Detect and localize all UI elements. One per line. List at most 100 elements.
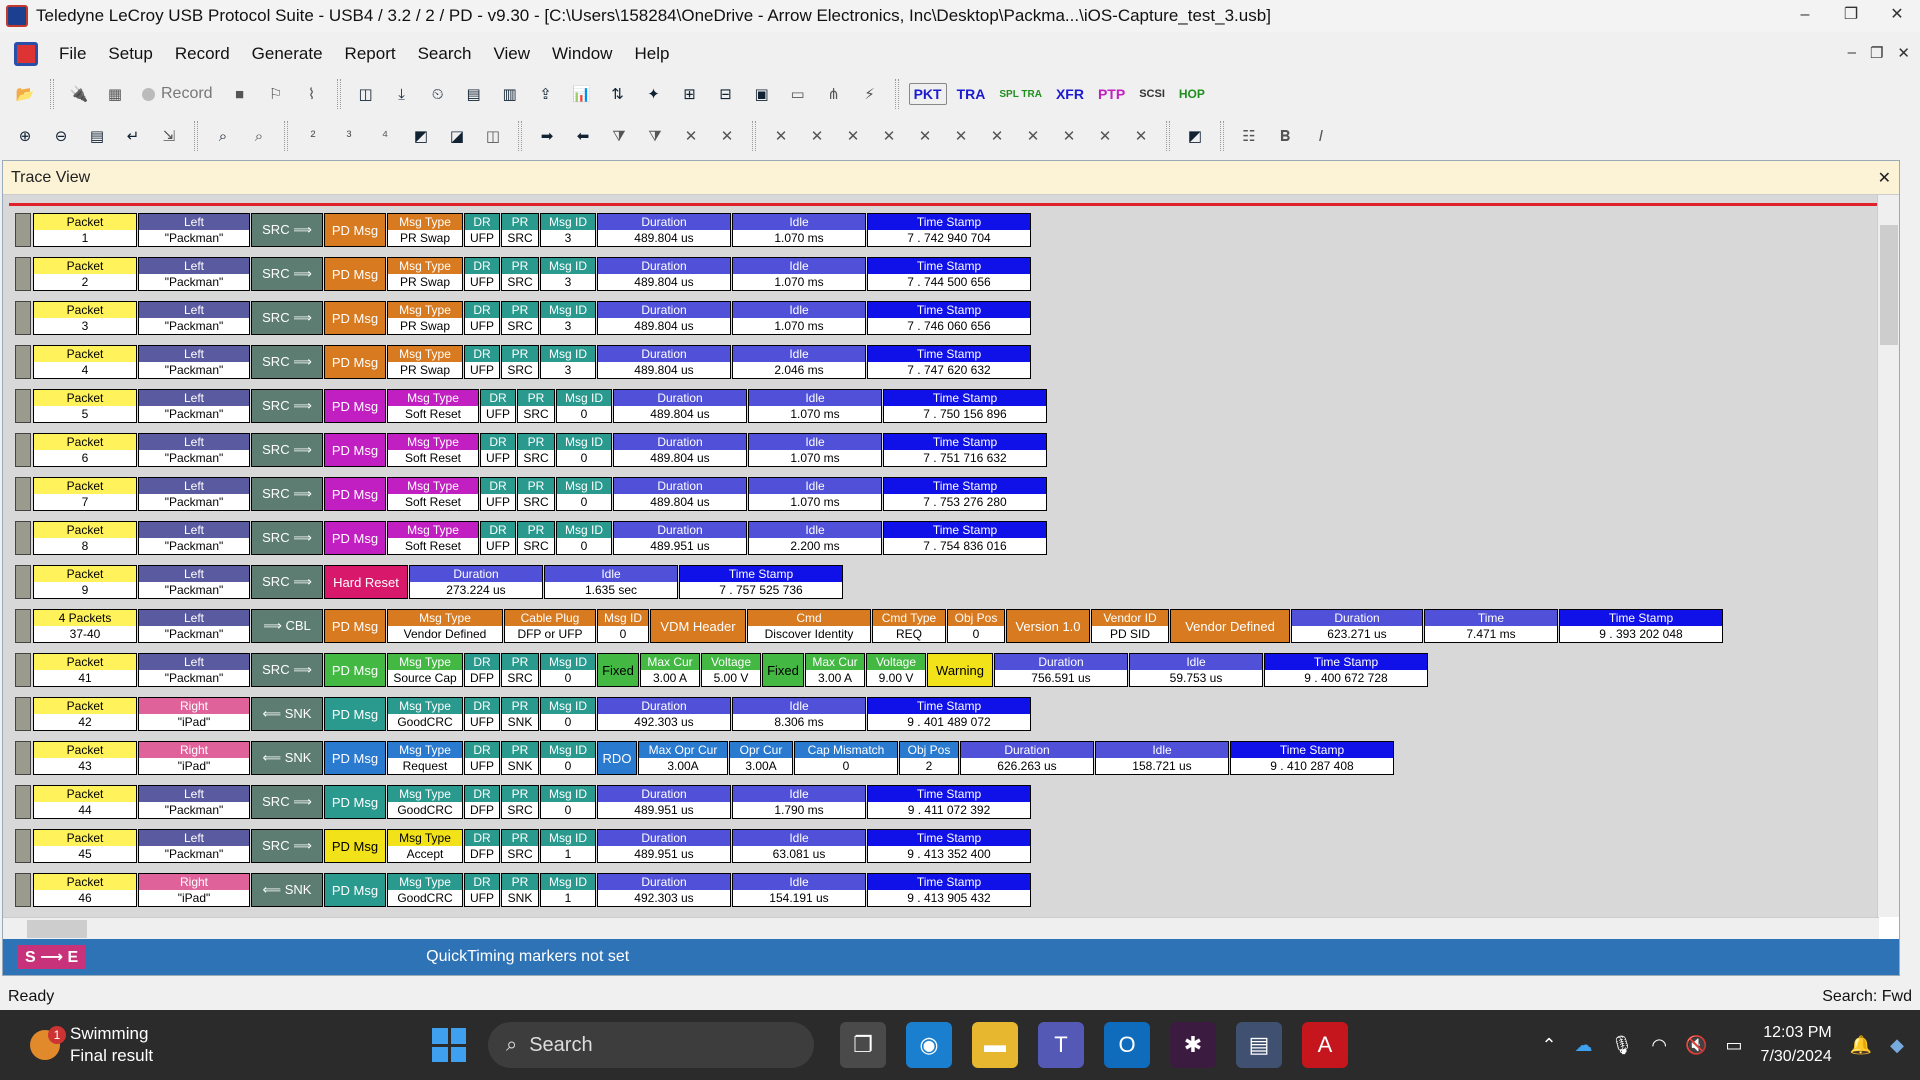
menu-report[interactable]: Report <box>334 44 407 64</box>
usb-plug-icon[interactable]: 🔌 <box>64 79 94 109</box>
max-opr-cur-cell[interactable]: Max Opr Cur 3.00A <box>638 741 728 775</box>
idle-cell[interactable]: Idle 1.790 ms <box>732 785 866 819</box>
source-indicator[interactable]: SRC ⟹ <box>251 389 323 423</box>
msg-type-cell[interactable]: Msg Type PR Swap <box>387 301 463 335</box>
source-indicator[interactable]: SRC ⟹ <box>251 521 323 555</box>
pd-msg-cell[interactable]: PD Msg <box>324 785 386 819</box>
analyzer-icon[interactable]: ▦ <box>100 79 130 109</box>
sink-indicator[interactable]: ⟸ SNK <box>251 873 323 907</box>
msg-type-cell[interactable]: Msg Type Soft Reset <box>387 477 479 511</box>
pr-cell[interactable]: PR SRC <box>501 213 539 247</box>
duration-cell[interactable]: Duration 756.591 us <box>994 653 1128 687</box>
menu-generate[interactable]: Generate <box>241 44 334 64</box>
packet-row[interactable]: Packet 5 Left "Packman" SRC ⟹ PD Msg Msg Type S… <box>15 389 1048 423</box>
msg-id-cell[interactable]: Msg ID 1 <box>540 829 596 863</box>
packet-row[interactable]: Packet 4 Left "Packman" SRC ⟹ PD Msg Msg Type P… <box>15 345 1032 379</box>
direction-cell[interactable]: Right "iPad" <box>138 697 250 731</box>
hide-cs-icon[interactable]: ✕ <box>802 121 832 151</box>
vertical-scrollbar[interactable] <box>1877 195 1899 917</box>
duration-cell[interactable]: Duration 489.951 us <box>597 785 731 819</box>
msg-id-cell[interactable]: Msg ID 0 <box>556 389 612 423</box>
real-time-icon[interactable]: ⇪ <box>531 79 561 109</box>
direction-cell[interactable]: Left "Packman" <box>138 521 250 555</box>
duration-cell[interactable]: Duration 626.263 us <box>960 741 1094 775</box>
packet-row[interactable]: Packet 3 Left "Packman" SRC ⟹ PD Msg Msg Type P… <box>15 301 1032 335</box>
export-icon[interactable]: ⤓ <box>387 79 417 109</box>
idle-cell[interactable]: Idle 1.070 ms <box>748 477 882 511</box>
dr-cell[interactable]: DR DFP <box>464 829 500 863</box>
hide-usb4-icon[interactable]: ⁴ <box>370 121 400 151</box>
display-options-icon[interactable]: ◫ <box>351 79 381 109</box>
pr-cell[interactable]: PR SRC <box>501 257 539 291</box>
msg-type-cell[interactable]: Msg Type Soft Reset <box>387 389 479 423</box>
msg-type-cell[interactable]: Msg Type Vendor Defined <box>387 609 503 643</box>
hide-pd-icon[interactable]: ◩ <box>406 121 436 151</box>
tree-icon[interactable]: ⋔ <box>819 79 849 109</box>
idle-cell[interactable]: Idle 2.200 ms <box>748 521 882 555</box>
pd-msg-cell[interactable]: PD Msg <box>324 213 386 247</box>
hide-hdr-icon[interactable]: ✕ <box>1126 121 1156 151</box>
pd-msg-cell[interactable]: PD Msg <box>324 521 386 555</box>
source-indicator[interactable]: SRC ⟹ <box>251 785 323 819</box>
device-icon[interactable]: ▭ <box>783 79 813 109</box>
timestamp-cell[interactable]: Time Stamp 7 . 751 716 632 <box>883 433 1047 467</box>
version-cell[interactable]: Version 1.0 <box>1006 609 1090 643</box>
notification-bell-icon[interactable]: 🔔 <box>1850 1035 1872 1056</box>
dr-cell[interactable]: DR UFP <box>464 213 500 247</box>
packet-row[interactable]: Packet 42 Right "iPad" ⟸ SNK PD Msg Msg Type Go… <box>15 697 1032 731</box>
vendor-defined-cell[interactable]: Vendor Defined <box>1170 609 1290 643</box>
timestamp-cell[interactable]: Time Stamp 7 . 747 620 632 <box>867 345 1031 379</box>
vendor-id-cell[interactable]: Vendor ID PD SID <box>1091 609 1169 643</box>
timestamp-cell[interactable]: Time Stamp 7 . 757 525 736 <box>679 565 843 599</box>
msg-type-cell[interactable]: Msg Type Soft Reset <box>387 521 479 555</box>
max-cur-cell[interactable]: Max Cur 3.00 A <box>640 653 700 687</box>
direction-cell[interactable]: Left "Packman" <box>138 389 250 423</box>
duration-cell[interactable]: Duration 489.804 us <box>613 433 747 467</box>
direction-cell[interactable]: Left "Packman" <box>138 301 250 335</box>
source-indicator[interactable]: SRC ⟹ <box>251 345 323 379</box>
dr-cell[interactable]: DR DFP <box>464 785 500 819</box>
decode-icon[interactable]: ⊞ <box>675 79 705 109</box>
pd-msg-cell[interactable]: PD Msg <box>324 609 386 643</box>
edge-icon[interactable]: ◉ <box>906 1022 952 1068</box>
hide-ts-icon[interactable]: ✕ <box>838 121 868 151</box>
sink-indicator[interactable]: ⟸ SNK <box>251 741 323 775</box>
speaker-muted-icon[interactable]: 🔇 <box>1685 1035 1707 1056</box>
mic-muted-icon[interactable]: 🎙 <box>1611 1035 1634 1056</box>
duration-cell[interactable]: Duration 273.224 us <box>409 565 543 599</box>
clock[interactable]: 12:03 PM 7/30/2024 <box>1761 1021 1832 1069</box>
filter-icon[interactable]: ⧩ <box>604 121 634 151</box>
duration-cell[interactable]: Duration 489.951 us <box>597 829 731 863</box>
timestamp-cell[interactable]: Time Stamp 9 . 413 905 432 <box>867 873 1031 907</box>
duration-cell[interactable]: Duration 489.804 us <box>597 345 731 379</box>
idle-cell[interactable]: Idle 1.070 ms <box>748 389 882 423</box>
pr-cell[interactable]: PR SRC <box>517 389 555 423</box>
dr-cell[interactable]: DR UFP <box>480 433 516 467</box>
wrap-icon[interactable]: ↵ <box>118 121 148 151</box>
cable-plug-cell[interactable]: Cable Plug DFP or UFP <box>504 609 596 643</box>
pdo-fixed-cell[interactable]: Fixed <box>597 653 639 687</box>
menu-setup[interactable]: Setup <box>97 44 163 64</box>
timestamp-cell[interactable]: Time Stamp 9 . 411 072 392 <box>867 785 1031 819</box>
copilot-icon[interactable]: ◆ <box>1890 1035 1904 1056</box>
timestamp-cell[interactable]: Time Stamp 7 . 750 156 896 <box>883 389 1047 423</box>
direction-cell[interactable]: Left "Packman" <box>138 785 250 819</box>
scsi-view-button[interactable]: SCSI <box>1135 86 1169 102</box>
menu-window[interactable]: Window <box>541 44 623 64</box>
filter-x-icon[interactable]: ⧩ <box>640 121 670 151</box>
record-button[interactable]: Record <box>136 85 219 103</box>
msg-type-cell[interactable]: Msg Type GoodCRC <box>387 697 463 731</box>
hard-reset-cell[interactable]: Hard Reset <box>324 565 408 599</box>
hide-msg-icon[interactable]: ✕ <box>1090 121 1120 151</box>
pd-msg-cell[interactable]: PD Msg <box>324 257 386 291</box>
msg-type-cell[interactable]: Msg Type Soft Reset <box>387 433 479 467</box>
duration-cell[interactable]: Duration 489.951 us <box>613 521 747 555</box>
direction-cell[interactable]: Left "Packman" <box>138 257 250 291</box>
trigger-icon[interactable]: ⚐ <box>261 79 291 109</box>
timing-icon[interactable]: ⏲ <box>423 79 453 109</box>
packet-number-cell[interactable]: Packet 9 <box>33 565 137 599</box>
direction-cell[interactable]: Left "Packman" <box>138 565 250 599</box>
dr-cell[interactable]: DR UFP <box>464 345 500 379</box>
zoom-out-icon[interactable]: ⊖ <box>46 121 76 151</box>
duration-cell[interactable]: Duration 623.271 us <box>1291 609 1423 643</box>
